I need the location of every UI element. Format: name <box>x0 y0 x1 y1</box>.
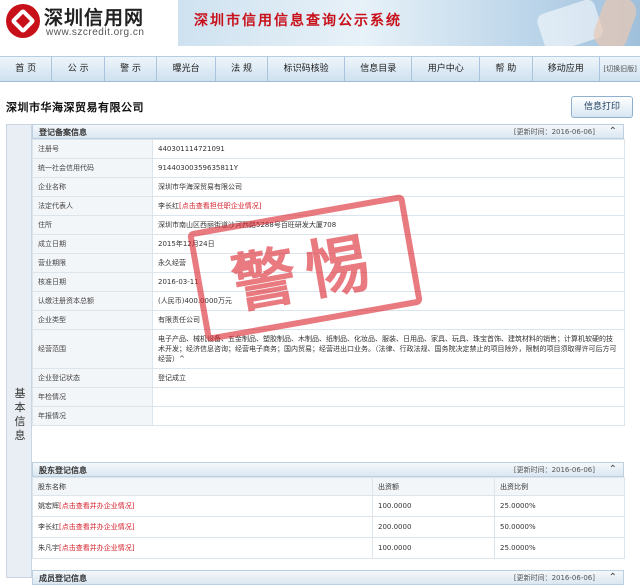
table-row: 朱凡宇[点击查看并办企业情况] 100.0000 25.0000% <box>32 537 625 559</box>
shareholder-name: 李长红 <box>38 523 59 531</box>
nav-user-center[interactable]: 用户中心 <box>412 57 481 81</box>
row-label: 企业名称 <box>32 177 153 197</box>
registration-updated: [更新时间：2016-06-06] <box>513 128 595 136</box>
shareholder-ratio: 25.0000% <box>494 495 625 517</box>
row-label: 营业期限 <box>32 253 153 273</box>
nav-mobile-app[interactable]: 移动应用 <box>533 57 601 81</box>
shareholder-updated: [更新时间：2016-06-06] <box>513 466 595 474</box>
table-row: 年报情况 <box>32 406 625 426</box>
shareholder-panel-header: 股东登记信息 [更新时间：2016-06-06] ⌃ <box>32 462 624 477</box>
table-row: 经营范围 电子产品、械机设备、五金制品、塑胶制品、木制品、纸制品、化妆品、服装、日… <box>32 329 625 369</box>
print-button[interactable]: 信息打印 <box>571 96 633 118</box>
table-row: 注册号 440301114721091 <box>32 139 625 159</box>
row-value: 440301114721091 <box>152 139 625 159</box>
row-label: 核准日期 <box>32 272 153 292</box>
table-row: 年检情况 <box>32 387 625 407</box>
legal-rep-name: 李长红 <box>158 202 179 210</box>
shareholder-link[interactable]: [点击查看并办企业情况] <box>59 502 134 510</box>
col-header-name: 股东名称 <box>32 477 373 496</box>
shareholder-name: 朱凡宇 <box>38 544 59 552</box>
row-label: 企业类型 <box>32 310 153 330</box>
col-header-ratio: 出资比例 <box>494 477 625 496</box>
table-header-row: 股东名称 出资额 出资比例 <box>32 477 625 496</box>
site-brand[interactable]: 深圳信用网 <box>44 3 144 30</box>
nav-publicity[interactable]: 公 示 <box>52 57 105 81</box>
shareholder-amount: 100.0000 <box>372 537 495 559</box>
site-url: www.szcredit.org.cn <box>46 27 145 38</box>
shareholder-cell: 姚宏辉[点击查看并办企业情况] <box>32 495 373 517</box>
members-title: 成员登记信息 <box>39 574 87 583</box>
collapse-icon[interactable]: ⌃ <box>609 126 617 137</box>
nav-id-verify[interactable]: 标识码核验 <box>268 57 345 81</box>
nav-warning[interactable]: 警 示 <box>105 57 158 81</box>
shareholder-ratio: 25.0000% <box>494 537 625 559</box>
shareholder-title: 股东登记信息 <box>39 466 87 475</box>
nav-regulations[interactable]: 法 规 <box>216 57 269 81</box>
table-row: 统一社会信用代码 91440300359635811Y <box>32 158 625 178</box>
main-nav: 首 页 公 示 警 示 曝光台 法 规 标识码核验 信息目录 用户中心 帮 助 … <box>0 56 640 82</box>
nav-help[interactable]: 帮 助 <box>480 57 533 81</box>
shareholder-link[interactable]: [点击查看并办企业情况] <box>59 544 134 552</box>
nav-home[interactable]: 首 页 <box>0 57 53 81</box>
row-label: 住所 <box>32 215 153 235</box>
shareholder-amount: 100.0000 <box>372 495 495 517</box>
nav-switch-old[interactable]: [切换旧版] <box>600 57 640 81</box>
row-label: 法定代表人 <box>32 196 153 216</box>
row-value: 深圳市华海深贸易有限公司 <box>152 177 625 197</box>
shareholder-cell: 朱凡宇[点击查看并办企业情况] <box>32 537 373 559</box>
members-updated: [更新时间：2016-06-06] <box>513 574 595 582</box>
legal-rep-link[interactable]: [点击查看担任职企业情况] <box>179 202 261 210</box>
table-row: 企业名称 深圳市华海深贸易有限公司 <box>32 177 625 197</box>
side-label: 基本信息 <box>14 387 26 442</box>
row-value: 登记成立 <box>152 368 625 388</box>
shareholder-ratio: 50.0000% <box>494 516 625 538</box>
row-label: 年报情况 <box>32 406 153 426</box>
col-header-amount: 出资额 <box>372 477 495 496</box>
table-row: 李长红[点击查看并办企业情况] 200.0000 50.0000% <box>32 516 625 538</box>
banner-hand-decoration <box>589 0 640 46</box>
row-label: 认缴注册资本总额 <box>32 291 153 311</box>
company-name: 深圳市华海深贸易有限公司 <box>6 101 144 114</box>
table-row: 企业登记状态 登记成立 <box>32 368 625 388</box>
registration-panel-header: 登记备案信息 [更新时间：2016-06-06] ⌃ <box>32 124 624 139</box>
registration-title: 登记备案信息 <box>39 128 87 137</box>
row-label: 统一社会信用代码 <box>32 158 153 178</box>
header-banner: 深圳市信用信息查询公示系统 <box>178 0 640 46</box>
nav-catalog[interactable]: 信息目录 <box>345 57 413 81</box>
side-label-column: 基本信息 <box>6 124 32 578</box>
row-value <box>152 387 625 407</box>
nav-exposure[interactable]: 曝光台 <box>157 57 216 81</box>
row-label: 企业登记状态 <box>32 368 153 388</box>
row-label: 年检情况 <box>32 387 153 407</box>
collapse-icon[interactable]: ⌃ <box>609 464 617 475</box>
shareholder-cell: 李长红[点击查看并办企业情况] <box>32 516 373 538</box>
shareholder-table: 股东名称 出资额 出资比例 姚宏辉[点击查看并办企业情况] 100.0000 2… <box>32 477 625 559</box>
row-label: 经营范围 <box>32 329 153 369</box>
shareholder-link[interactable]: [点击查看并办企业情况] <box>59 523 134 531</box>
row-value <box>152 406 625 426</box>
shareholder-amount: 200.0000 <box>372 516 495 538</box>
table-row: 姚宏辉[点击查看并办企业情况] 100.0000 25.0000% <box>32 495 625 517</box>
row-value: 91440300359635811Y <box>152 158 625 178</box>
site-logo-icon[interactable] <box>6 4 40 38</box>
site-header: 深圳信用网 www.szcredit.org.cn 深圳市信用信息查询公示系统 <box>0 0 640 50</box>
row-label: 成立日期 <box>32 234 153 254</box>
row-label: 注册号 <box>32 139 153 159</box>
banner-title: 深圳市信用信息查询公示系统 <box>194 13 402 29</box>
shareholder-name: 姚宏辉 <box>38 502 59 510</box>
